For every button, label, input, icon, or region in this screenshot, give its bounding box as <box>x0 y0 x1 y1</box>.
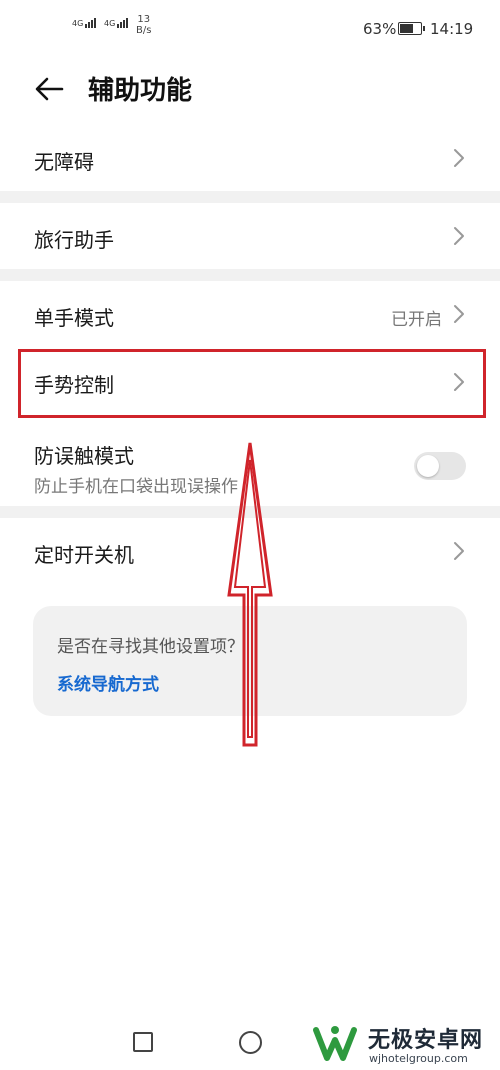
setting-accessibility[interactable]: 无障碍 <box>0 125 500 191</box>
setting-scheduled-power-label: 定时开关机 <box>34 543 134 567</box>
setting-one-handed-mode-label: 单手模式 <box>34 306 114 330</box>
highlight-box <box>18 349 486 418</box>
page-title: 辅助功能 <box>88 76 193 106</box>
setting-travel-assistant[interactable]: 旅行助手 <box>0 203 500 269</box>
annotation-arrow-icon <box>227 442 273 747</box>
chevron-right-icon <box>454 305 464 323</box>
home-button[interactable] <box>239 1031 262 1054</box>
recent-apps-button[interactable] <box>133 1032 153 1052</box>
signal-2-icon: 4G <box>104 18 129 28</box>
status-bar: 4G 4G 13 B/s 63% 14:19 <box>0 0 500 56</box>
clock: 14:19 <box>430 20 474 38</box>
arrow-left-icon[interactable] <box>32 72 66 106</box>
net-speed-unit: B/s <box>136 25 152 36</box>
battery-percent: 63% <box>363 20 397 38</box>
signal-2-label: 4G <box>104 19 116 28</box>
setting-accessibility-label: 无障碍 <box>34 150 94 174</box>
signal-1-icon: 4G <box>72 18 97 28</box>
setting-travel-assistant-label: 旅行助手 <box>34 228 114 252</box>
setting-pocket-mode-label: 防误触模式 <box>34 444 134 468</box>
watermark-name: 无极安卓网 <box>368 1028 484 1053</box>
section-divider <box>0 269 500 281</box>
watermark-url: wjhotelgroup.com <box>369 1052 468 1065</box>
setting-one-handed-mode-value: 已开启 <box>391 310 442 330</box>
battery-icon <box>398 22 425 35</box>
signal-1-label: 4G <box>72 19 84 28</box>
net-speed-value: 13 <box>137 14 151 25</box>
net-speed: 13 B/s <box>136 14 151 36</box>
system-navigation-link[interactable]: 系统导航方式 <box>57 670 159 695</box>
setting-one-handed-mode[interactable]: 单手模式 已开启 <box>0 281 500 349</box>
watermark-logo-icon <box>313 1026 357 1061</box>
pocket-mode-toggle[interactable] <box>414 452 466 480</box>
suggestion-question: 是否在寻找其他设置项？ <box>57 637 244 657</box>
toggle-knob <box>417 455 439 477</box>
chevron-right-icon <box>454 542 464 560</box>
chevron-right-icon <box>454 227 464 245</box>
chevron-right-icon <box>454 149 464 167</box>
section-divider <box>0 191 500 203</box>
setting-pocket-mode-description: 防止手机在口袋出现误操作 <box>34 477 238 497</box>
watermark: 无极安卓网 wjhotelgroup.com <box>312 1016 500 1070</box>
